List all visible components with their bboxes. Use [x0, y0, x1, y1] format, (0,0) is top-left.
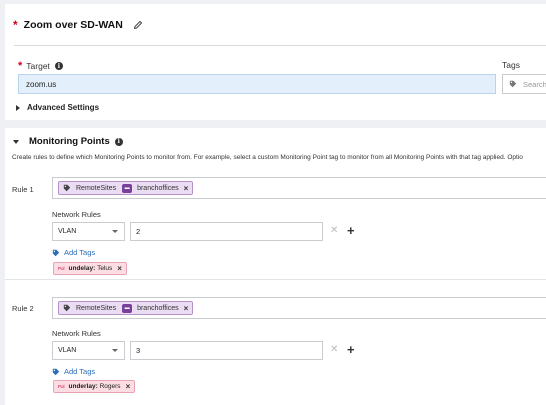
tag-icon	[52, 249, 60, 256]
tag-icon	[509, 80, 517, 88]
tag-value: Rogers	[99, 383, 121, 390]
tag-icon	[52, 368, 60, 375]
required-mark: *	[18, 60, 23, 72]
caret-down-icon	[112, 230, 118, 233]
tag-value: Telus	[97, 265, 113, 272]
monitoring-point-tag-chip[interactable]: RemoteSites ▬ branchoffices ×	[58, 181, 194, 195]
plus-icon[interactable]: +	[347, 343, 355, 356]
page-title: Zoom over SD-WAN	[23, 19, 123, 31]
tags-placeholder: Search o	[523, 79, 546, 89]
network-rule-type-select[interactable]: VLAN	[52, 341, 125, 360]
required-mark: *	[13, 18, 18, 32]
monitoring-points-description: Create rules to define which Monitoring …	[12, 154, 523, 161]
advanced-settings-label: Advanced Settings	[27, 103, 100, 112]
network-rules-label: Network Rules	[52, 210, 101, 219]
network-rule-value: 3	[136, 346, 141, 355]
info-icon[interactable]: i	[54, 62, 63, 70]
policy-tag-chip[interactable]: Pol undelay: Telus ×	[53, 262, 127, 275]
tags-search-input[interactable]: Search o	[502, 74, 546, 94]
chevron-right-icon	[16, 104, 20, 111]
plus-icon[interactable]: +	[347, 224, 355, 237]
monitoring-points-title: Monitoring Points	[29, 136, 110, 147]
advanced-settings-toggle[interactable]: Advanced Settings	[16, 103, 99, 112]
test-title-row: * Zoom over SD-WAN	[13, 18, 143, 32]
target-input-value: zoom.us	[26, 79, 57, 89]
chip-tag-name: RemoteSites	[76, 184, 117, 192]
chip-tag-value: branchoffices	[137, 184, 179, 192]
add-tags-label: Add Tags	[64, 248, 96, 257]
tag-icon	[63, 304, 71, 312]
add-tags-label: Add Tags	[64, 367, 96, 376]
monitoring-points-toggle[interactable]: Monitoring Points i	[13, 136, 123, 147]
remove-tag-button[interactable]: ×	[117, 264, 122, 273]
tag-key: undelay:	[68, 265, 96, 272]
policy-prefix: Pol	[58, 266, 65, 271]
tags-label: Tags	[502, 60, 520, 70]
test-settings-card: * Zoom over SD-WAN * Target i zoom.us Ta…	[5, 4, 546, 120]
chevron-down-icon	[13, 139, 19, 144]
network-rules-label: Network Rules	[52, 329, 101, 338]
monitoring-points-card: Monitoring Points i Create rules to defi…	[5, 128, 546, 405]
network-rule-value-input[interactable]: 2	[130, 222, 323, 241]
target-label: * Target i	[18, 60, 63, 72]
rule-label: Rule 1	[12, 185, 34, 194]
clear-icon[interactable]: ✕	[330, 344, 338, 355]
select-value: VLAN	[58, 347, 77, 354]
rule-2-selector[interactable]: RemoteSites ▬ branchoffices ×	[52, 297, 546, 319]
add-tags-button[interactable]: Add Tags	[52, 367, 95, 376]
select-value: VLAN	[58, 228, 77, 235]
monitoring-point-tag-chip[interactable]: RemoteSites ▬ branchoffices ×	[58, 301, 194, 315]
caret-down-icon	[112, 349, 118, 352]
clear-icon[interactable]: ✕	[330, 225, 338, 236]
network-rule-type-select[interactable]: VLAN	[52, 222, 125, 241]
policy-prefix: Pol	[58, 384, 65, 389]
separator-icon: ▬	[122, 183, 133, 193]
header-divider	[14, 45, 546, 46]
rule-1-selector[interactable]: RemoteSites ▬ branchoffices ×	[52, 177, 546, 199]
remove-tag-button[interactable]: ×	[126, 382, 131, 391]
pencil-icon[interactable]	[133, 20, 143, 30]
target-label-text: Target	[26, 61, 50, 71]
rule-label: Rule 2	[12, 304, 34, 313]
network-rule-value-input[interactable]: 3	[130, 341, 323, 360]
tag-icon	[63, 184, 71, 192]
info-icon[interactable]: i	[114, 137, 123, 146]
chip-tag-value: branchoffices	[137, 304, 179, 312]
separator-icon: ▬	[122, 303, 133, 313]
add-tags-button[interactable]: Add Tags	[52, 248, 95, 257]
chip-tag-name: RemoteSites	[76, 304, 117, 312]
remove-chip-button[interactable]: ×	[184, 184, 189, 193]
target-input[interactable]: zoom.us	[18, 74, 496, 94]
tag-key: underlay:	[68, 383, 98, 390]
policy-tag-chip[interactable]: Pol underlay: Rogers ×	[53, 380, 136, 393]
remove-chip-button[interactable]: ×	[184, 304, 189, 313]
network-rule-value: 2	[136, 227, 141, 236]
rule-divider	[5, 279, 546, 280]
